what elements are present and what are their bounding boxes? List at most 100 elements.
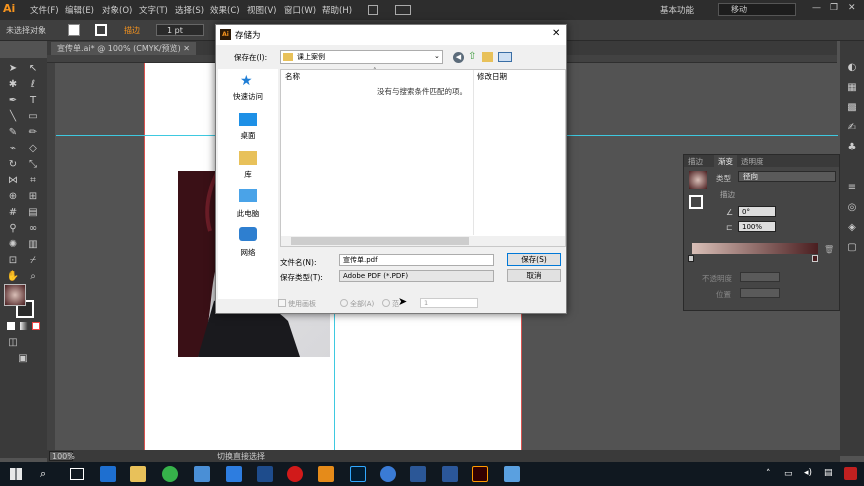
sidebar-item-quick-access[interactable]: 快速访问 <box>218 91 278 102</box>
menu-type[interactable]: 文字(T) <box>139 4 168 16</box>
minimize-icon[interactable]: — <box>812 3 821 13</box>
fill-color-swatch[interactable] <box>4 284 26 306</box>
free-transform-tool-icon[interactable]: ⌗ <box>26 174 40 188</box>
notification-icon[interactable]: ▤ <box>824 468 833 478</box>
symbol-sprayer-tool-icon[interactable]: ✺ <box>6 238 20 252</box>
range-input[interactable]: 1 <box>420 298 478 308</box>
graph-tool-icon[interactable]: ▥ <box>26 238 40 252</box>
gradient-stop-end[interactable] <box>812 255 818 262</box>
app-icon-green[interactable] <box>162 466 178 482</box>
none-mode-icon[interactable] <box>32 322 40 330</box>
rectangle-tool-icon[interactable]: ▭ <box>26 110 40 124</box>
gradient-preview-swatch[interactable] <box>689 171 707 189</box>
tab-close-icon[interactable]: ✕ <box>183 44 190 53</box>
tab-document[interactable]: 宣传单.ai* @ 100% (CMYK/预览) ✕ <box>51 42 196 55</box>
blob-brush-tool-icon[interactable]: ⌁ <box>6 142 20 156</box>
menu-select[interactable]: 选择(S) <box>175 4 204 16</box>
new-folder-icon[interactable] <box>482 52 493 62</box>
scrollbar-thumb[interactable] <box>291 237 469 245</box>
search-icon[interactable]: ⌕ <box>40 467 46 481</box>
menu-edit[interactable]: 编辑(E) <box>65 4 94 16</box>
back-icon[interactable]: ◀ <box>453 52 464 63</box>
screen-mode-icon[interactable]: ▣ <box>16 352 30 366</box>
zoom-tool-icon[interactable]: ⌕ <box>26 270 40 284</box>
view-menu-icon[interactable] <box>498 52 512 62</box>
all-radio[interactable] <box>340 299 348 307</box>
save-in-select[interactable]: 课上案例 <box>280 50 443 64</box>
app-icon-blue-1[interactable] <box>194 466 210 482</box>
bridge-icon[interactable] <box>368 5 378 15</box>
eraser-tool-icon[interactable]: ◇ <box>26 142 40 156</box>
menu-object[interactable]: 对象(O) <box>102 4 132 16</box>
sogou-ime-icon[interactable] <box>844 467 857 480</box>
arrange-docs-icon[interactable] <box>395 5 411 15</box>
save-button[interactable]: 保存(S) <box>507 253 561 266</box>
menu-file[interactable]: 文件(F) <box>30 4 59 16</box>
rotate-tool-icon[interactable]: ↻ <box>6 158 20 172</box>
pencil-tool-icon[interactable]: ✏ <box>26 126 40 140</box>
appearance-icon[interactable]: ◎ <box>845 201 859 215</box>
lasso-tool-icon[interactable]: ℓ <box>26 78 40 92</box>
use-artboards-checkbox[interactable] <box>278 299 286 307</box>
network-tray-icon[interactable]: ▭ <box>784 469 793 479</box>
app-icon-red[interactable] <box>287 466 303 482</box>
column-name[interactable]: 名称 <box>285 71 300 82</box>
brushes-icon[interactable]: ✍ <box>845 121 859 135</box>
color-mode-icon[interactable] <box>7 322 15 330</box>
column-date[interactable]: 修改日期 <box>477 71 507 82</box>
scale-tool-icon[interactable]: ⤡ <box>26 158 40 172</box>
horizontal-scrollbar[interactable] <box>281 236 565 246</box>
app-icon-globe[interactable] <box>380 466 396 482</box>
eyedropper-tool-icon[interactable]: ⚲ <box>6 222 20 236</box>
line-tool-icon[interactable]: ╲ <box>6 110 20 124</box>
menu-help[interactable]: 帮助(H) <box>322 4 352 16</box>
type-tool-icon[interactable]: T <box>26 94 40 108</box>
shape-builder-tool-icon[interactable]: ⊕ <box>6 190 20 204</box>
mesh-tool-icon[interactable]: # <box>6 206 20 220</box>
gradient-tool-icon[interactable]: ▤ <box>26 206 40 220</box>
blend-tool-icon[interactable]: ∞ <box>26 222 40 236</box>
tray-chevron-icon[interactable]: ˄ <box>766 469 771 479</box>
edge-icon[interactable] <box>100 466 116 482</box>
volume-icon[interactable]: ◂) <box>804 468 812 478</box>
menu-effect[interactable]: 效果(C) <box>210 4 240 16</box>
file-explorer-icon[interactable] <box>130 466 146 482</box>
tab-stroke[interactable]: 描边 <box>688 156 703 167</box>
gradient-slider-bar[interactable] <box>692 243 818 254</box>
gradient-stop-start[interactable] <box>688 255 694 262</box>
perspective-grid-tool-icon[interactable]: ⊞ <box>26 190 40 204</box>
photoshop-icon[interactable] <box>350 466 366 482</box>
menu-view[interactable]: 视图(V) <box>247 4 276 16</box>
stroke-label[interactable]: 描边 <box>124 25 140 36</box>
range-radio[interactable] <box>382 299 390 307</box>
app-icon-blue-2[interactable] <box>226 466 242 482</box>
word-icon[interactable] <box>442 466 458 482</box>
tab-gradient[interactable]: 渐变 <box>714 155 737 168</box>
opacity-input[interactable] <box>740 272 780 282</box>
sidebar-item-this-pc[interactable]: 此电脑 <box>218 208 278 219</box>
pen-tool-icon[interactable]: ✒ <box>6 94 20 108</box>
app-icon-window[interactable] <box>504 466 520 482</box>
file-list[interactable]: 名称 ˄ 修改日期 没有与搜索条件匹配的项。 <box>280 67 566 247</box>
stroke-weight-input[interactable]: 1 pt <box>156 24 204 36</box>
draw-mode-icon[interactable]: ◫ <box>6 336 20 350</box>
menu-window[interactable]: 窗口(W) <box>284 4 316 16</box>
swatches-icon[interactable]: ▩ <box>845 101 859 115</box>
filename-input[interactable]: 宣传单.pdf <box>339 254 494 266</box>
artboard-tool-icon[interactable]: ⊡ <box>6 254 20 268</box>
gradient-mode-icon[interactable] <box>20 322 28 330</box>
width-tool-icon[interactable]: ⋈ <box>6 174 20 188</box>
selection-tool-icon[interactable]: ➤ <box>6 62 20 76</box>
cancel-button[interactable]: 取消 <box>507 269 561 282</box>
symbols-icon[interactable]: ♣ <box>845 141 859 155</box>
app-icon-blue-3[interactable] <box>257 466 273 482</box>
slice-tool-icon[interactable]: ⌿ <box>26 254 40 268</box>
direct-selection-tool-icon[interactable]: ↖ <box>26 62 40 76</box>
stroke-panel-icon[interactable]: ≡ <box>845 181 859 195</box>
app-icon-dark[interactable] <box>410 466 426 482</box>
workspace-switcher[interactable]: 基本功能 <box>660 4 694 16</box>
color-guide-icon[interactable]: ▦ <box>845 81 859 95</box>
maximize-icon[interactable]: ❐ <box>830 3 838 13</box>
hand-tool-icon[interactable]: ✋ <box>6 270 20 284</box>
artboards-icon[interactable]: ▢ <box>845 241 859 255</box>
